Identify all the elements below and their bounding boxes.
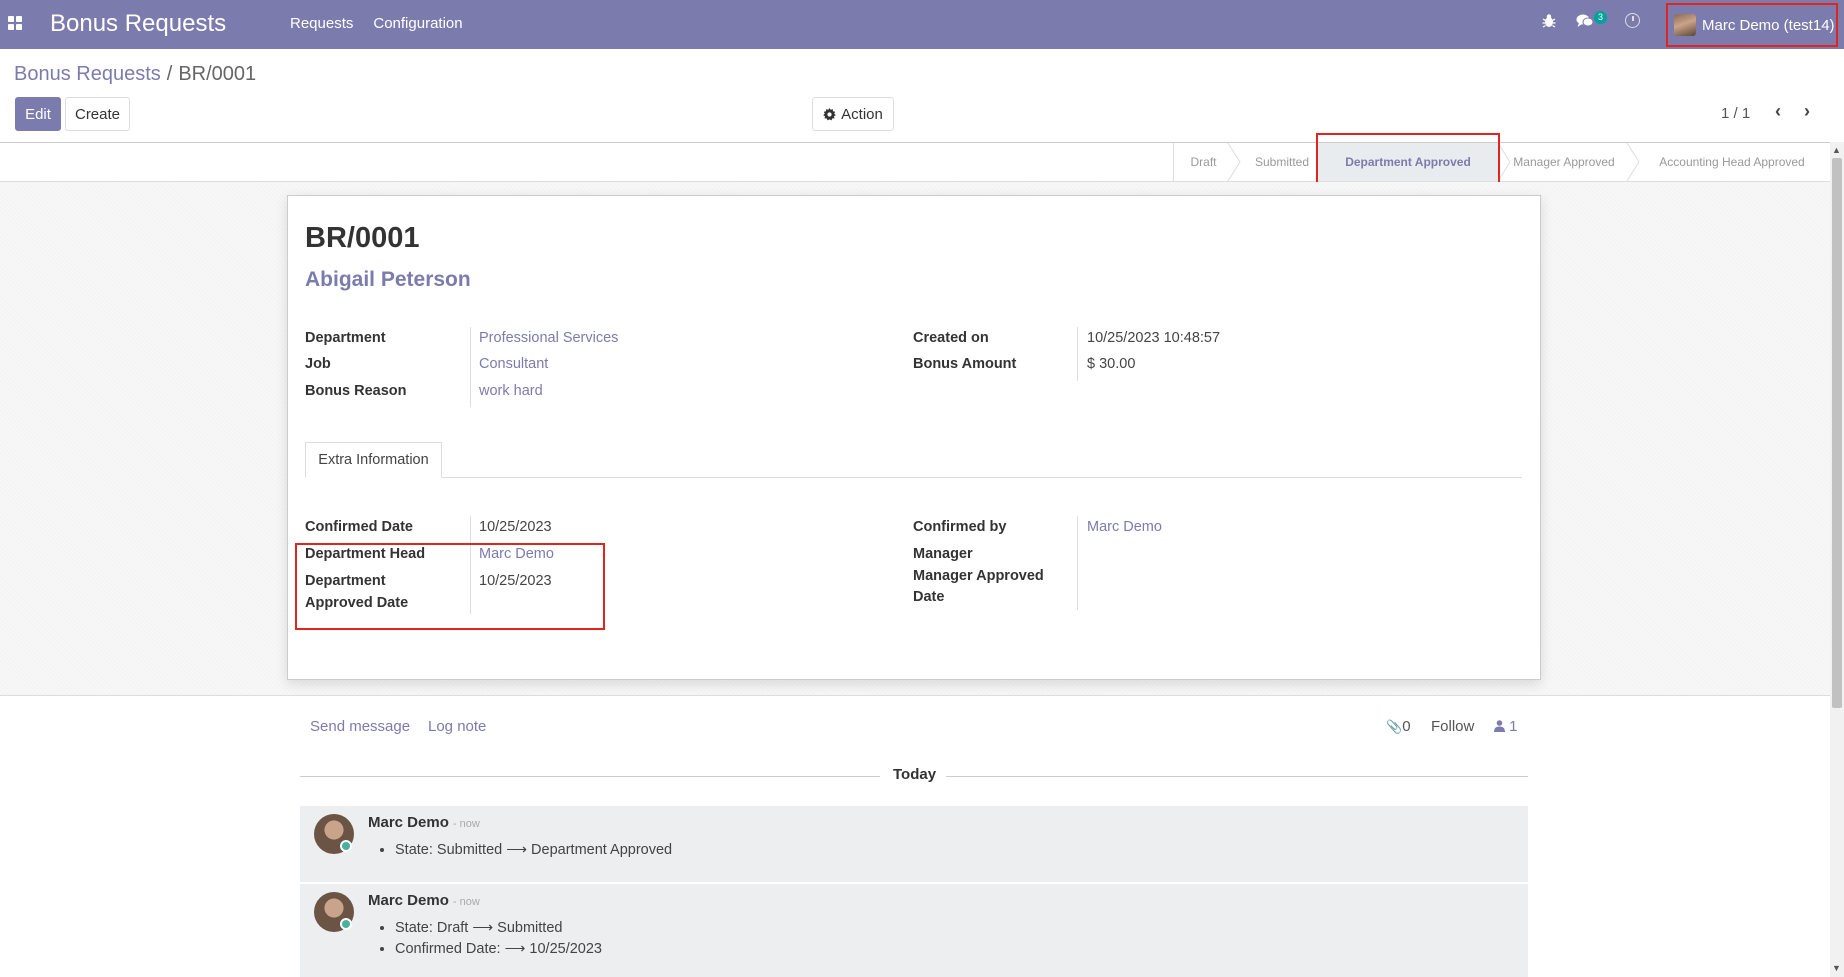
field-bonus-reason[interactable]: work hard [479,380,543,402]
pager-previous-icon[interactable]: ‹ [1775,101,1781,122]
edit-button[interactable]: Edit [15,97,61,131]
status-manager-approved[interactable]: Manager Approved [1504,143,1624,181]
log-note-button[interactable]: Log note [428,718,486,735]
record-name: BR/0001 [305,222,420,254]
date-divider-line [300,776,880,777]
status-accounting-head-approved[interactable]: Accounting Head Approved [1642,143,1822,181]
chatter-message: Marc Demo- now State: Submitted ⟶ Depart… [300,806,1528,882]
field-label-bonus-reason: Bonus Reason [305,383,407,399]
field-job[interactable]: Consultant [479,353,548,375]
followers-count: 1 [1509,718,1518,735]
employee-name[interactable]: Abigail Peterson [305,268,471,292]
tracking-values: State: Draft ⟶ Submitted Confirmed Date:… [395,918,602,960]
tracking-value: Confirmed Date: ⟶ 10/25/2023 [395,939,602,960]
field-separator [1077,327,1078,381]
main-menu: Requests Configuration [290,15,463,32]
online-status-icon [340,918,352,930]
highlight-box-status [1316,133,1500,186]
scrollbar-thumb[interactable] [1832,158,1842,708]
menu-requests[interactable]: Requests [290,15,353,32]
breadcrumb-separator: / [166,63,173,85]
pager-next-icon[interactable]: › [1804,101,1810,122]
field-confirmed-by[interactable]: Marc Demo [1087,516,1162,538]
paperclip-icon: 📎 [1386,719,1403,734]
message-header: Marc Demo - now [368,814,480,831]
pager-value[interactable]: 1 / 1 [1721,105,1750,122]
field-separator [1077,516,1078,610]
tab-extra-information[interactable]: Extra Information [305,442,442,478]
user-icon [1494,720,1505,732]
status-draft[interactable]: Draft [1173,143,1233,181]
activity-clock-icon[interactable] [1625,13,1640,28]
field-label-created-on: Created on [913,330,989,346]
menu-configuration[interactable]: Configuration [373,15,462,32]
user-avatar [1674,14,1696,36]
user-name: Marc Demo (test14) [1702,16,1835,34]
message-author[interactable]: Marc Demo [368,892,449,909]
field-confirmed-date: 10/25/2023 [479,519,552,535]
breadcrumb-parent[interactable]: Bonus Requests [14,63,161,85]
message-date: - now [452,896,480,908]
chatter-message: Marc Demo- now State: Draft ⟶ Submitted … [300,884,1528,977]
breadcrumb-current: BR/0001 [178,63,257,85]
chat-icon[interactable] [1576,13,1594,29]
apps-menu-icon[interactable] [8,16,22,30]
field-label-manager: Manager [913,546,973,562]
message-date: - now [452,818,480,830]
status-chevron-icon [1626,143,1640,181]
statusbar: Draft Submitted Department Approved Mana… [0,142,1830,182]
date-divider-line [946,776,1528,777]
field-label-manager-approved-date-1: Manager Approved [913,568,1044,584]
field-separator [470,327,471,407]
create-button[interactable]: Create [65,97,130,131]
field-created-on: 10/25/2023 10:48:57 [1087,330,1221,346]
status-submitted[interactable]: Submitted [1240,143,1324,181]
top-navbar: Bonus Requests Requests Configuration 3 … [0,0,1844,49]
tracking-value: State: Submitted ⟶ Department Approved [395,840,672,861]
user-menu[interactable]: Marc Demo (test14) [1666,3,1838,47]
follow-button[interactable]: Follow [1431,718,1474,735]
attachments-button[interactable]: 📎0 [1386,718,1411,735]
field-label-confirmed-by: Confirmed by [913,519,1007,535]
tab-bar [305,477,1522,478]
bug-icon[interactable] [1542,13,1556,29]
status-chevron-icon [1227,143,1241,181]
message-header: Marc Demo - now [368,892,480,909]
message-author[interactable]: Marc Demo [368,814,449,831]
breadcrumb: Bonus Requests / BR/0001 [14,63,256,86]
field-label-confirmed-date: Confirmed Date [305,519,413,535]
action-button-label: Action [841,105,883,123]
field-label-department: Department [305,330,386,346]
gear-icon [823,107,836,120]
field-label-job: Job [305,356,331,372]
chat-count-badge: 3 [1594,11,1608,24]
online-status-icon [340,840,352,852]
app-title[interactable]: Bonus Requests [50,10,226,38]
action-button[interactable]: Action [812,97,894,131]
scroll-up-icon[interactable]: ▲ [1832,145,1841,155]
date-divider-today: Today [893,766,937,783]
attachments-count: 0 [1402,718,1411,735]
scroll-down-icon[interactable]: ▼ [1832,963,1841,973]
field-label-manager-approved-date-2: Date [913,589,945,605]
field-bonus-amount: $ 30.00 [1087,356,1136,372]
followers-button[interactable]: 1 [1494,718,1518,735]
highlight-box-department-head [295,543,605,630]
field-label-bonus-amount: Bonus Amount [913,356,1017,372]
send-message-button[interactable]: Send message [310,718,410,735]
tracking-value: State: Draft ⟶ Submitted [395,918,602,939]
tracking-values: State: Submitted ⟶ Department Approved [395,840,672,861]
field-department[interactable]: Professional Services [479,327,618,349]
